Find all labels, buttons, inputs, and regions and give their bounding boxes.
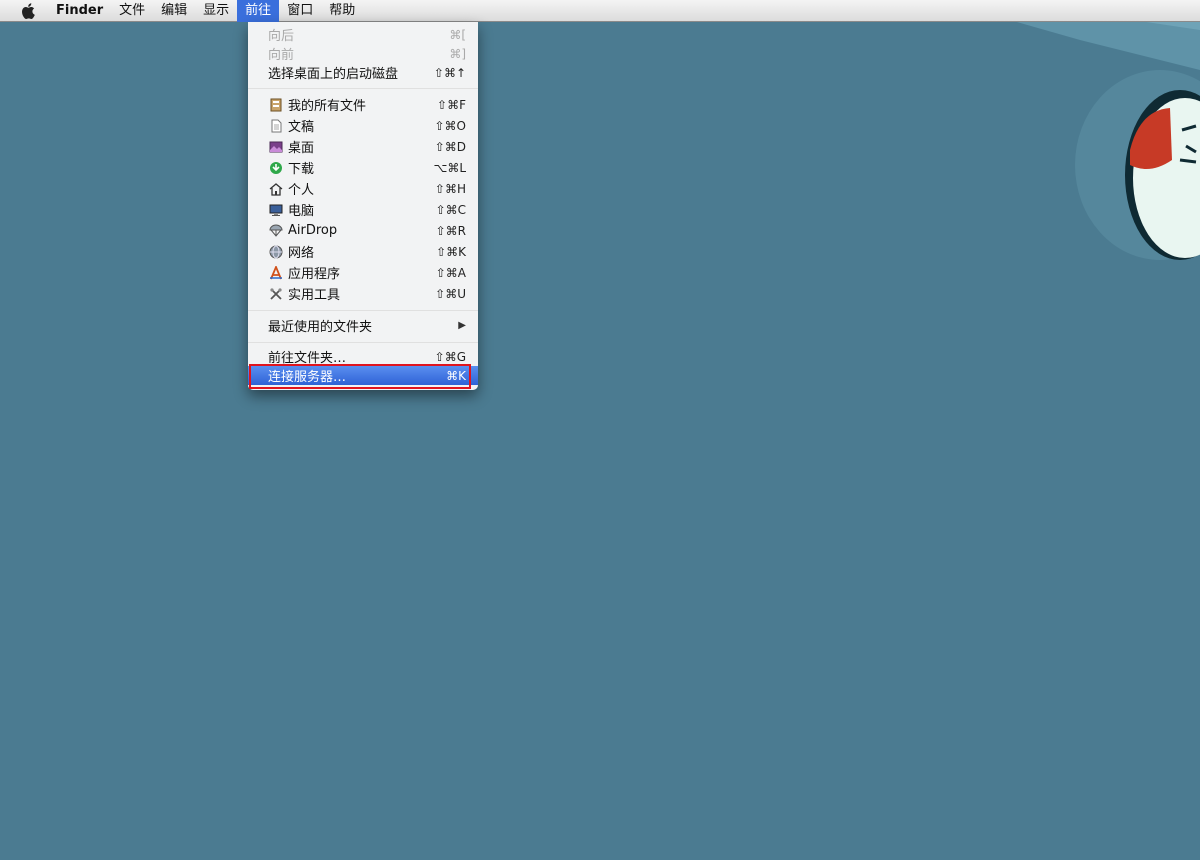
menu-item-label: 选择桌面上的启动磁盘 xyxy=(268,67,399,82)
menu-separator xyxy=(248,310,478,311)
menubar-finder[interactable]: Finder xyxy=(48,0,111,22)
menu-item-label: 文稿 xyxy=(288,120,315,135)
menubar-help[interactable]: 帮助 xyxy=(321,0,363,22)
menu-item-forward[interactable]: 向前 ⌘] xyxy=(248,44,478,64)
menu-item-label: 个人 xyxy=(288,183,315,198)
computer-icon xyxy=(268,202,284,218)
menu-item-label: 实用工具 xyxy=(288,288,341,303)
apple-menu-icon[interactable] xyxy=(8,0,48,22)
applications-icon xyxy=(268,265,284,281)
home-icon xyxy=(268,181,284,197)
airdrop-icon xyxy=(268,223,284,239)
menu-item-shortcut: ⇧⌘A xyxy=(435,265,466,280)
menu-item-shortcut: ⇧⌘H xyxy=(434,181,466,196)
menu-item-shortcut: ⌘] xyxy=(449,46,466,61)
network-icon xyxy=(268,244,284,260)
menu-item-label: 连接服务器… xyxy=(268,370,347,385)
menu-item-network[interactable]: 网络 ⇧⌘K xyxy=(248,242,478,261)
desktop-wallpaper xyxy=(940,0,1200,260)
menu-bar: Finder 文件 编辑 显示 前往 窗口 帮助 xyxy=(0,0,1200,22)
menu-separator xyxy=(248,88,478,89)
all-my-files-icon xyxy=(268,97,284,113)
menu-item-airdrop[interactable]: AirDrop ⇧⌘R xyxy=(248,221,478,240)
menu-item-shortcut: ⇧⌘C xyxy=(435,202,466,217)
menu-item-label: 桌面 xyxy=(288,141,315,156)
menu-item-go-to-folder[interactable]: 前往文件夹… ⇧⌘G xyxy=(248,347,478,367)
menu-item-label: AirDrop xyxy=(288,223,338,238)
menu-item-shortcut: ⌥⌘L xyxy=(433,160,466,175)
menu-item-label: 下载 xyxy=(288,162,315,177)
menu-item-label: 应用程序 xyxy=(288,267,341,282)
menu-item-shortcut: ⇧⌘O xyxy=(434,118,467,133)
documents-icon xyxy=(268,118,284,134)
menu-item-recent-folders[interactable]: 最近使用的文件夹 ▶ xyxy=(248,316,478,335)
menu-item-startup-disk[interactable]: 选择桌面上的启动磁盘 ⇧⌘↑ xyxy=(248,63,478,83)
menu-item-shortcut: ⌘[ xyxy=(449,27,466,42)
menubar-view[interactable]: 显示 xyxy=(195,0,237,22)
menu-item-all-my-files[interactable]: 我的所有文件 ⇧⌘F xyxy=(248,95,478,114)
menu-item-computer[interactable]: 电脑 ⇧⌘C xyxy=(248,200,478,219)
menu-item-home[interactable]: 个人 ⇧⌘H xyxy=(248,179,478,198)
menu-item-utilities[interactable]: 实用工具 ⇧⌘U xyxy=(248,284,478,303)
menubar-go[interactable]: 前往 xyxy=(237,0,280,22)
menu-item-documents[interactable]: 文稿 ⇧⌘O xyxy=(248,116,478,135)
menu-item-label: 向前 xyxy=(268,48,295,63)
menu-separator xyxy=(248,342,478,343)
downloads-icon xyxy=(268,160,284,176)
menubar-file[interactable]: 文件 xyxy=(111,0,153,22)
menu-item-shortcut: ⇧⌘U xyxy=(435,286,466,301)
menu-item-desktop[interactable]: 桌面 ⇧⌘D xyxy=(248,137,478,156)
submenu-arrow-icon: ▶ xyxy=(458,320,466,331)
menu-item-shortcut: ⇧⌘D xyxy=(434,139,466,154)
menu-item-label: 向后 xyxy=(268,29,295,44)
menu-item-applications[interactable]: 应用程序 ⇧⌘A xyxy=(248,263,478,282)
menu-item-label: 前往文件夹… xyxy=(268,351,347,366)
menubar-window[interactable]: 窗口 xyxy=(279,0,321,22)
menu-item-label: 网络 xyxy=(288,246,315,261)
desktop-icon xyxy=(268,139,284,155)
menu-item-shortcut: ⇧⌘G xyxy=(434,349,466,364)
menu-item-shortcut: ⌘K xyxy=(446,368,466,383)
menu-item-connect-to-server[interactable]: 连接服务器… ⌘K xyxy=(248,366,478,385)
menu-item-label: 我的所有文件 xyxy=(288,99,367,114)
menu-item-label: 最近使用的文件夹 xyxy=(268,320,373,335)
menu-item-label: 电脑 xyxy=(288,204,315,219)
menu-item-shortcut: ⇧⌘K xyxy=(436,244,466,259)
menu-item-shortcut: ⇧⌘F xyxy=(437,97,466,112)
menu-item-shortcut: ⇧⌘R xyxy=(435,223,466,238)
go-menu: 向后 ⌘[ 向前 ⌘] 选择桌面上的启动磁盘 ⇧⌘↑ 我的所有文件 ⇧⌘F 文稿… xyxy=(248,22,478,390)
utilities-icon xyxy=(268,286,284,302)
menubar-edit[interactable]: 编辑 xyxy=(153,0,195,22)
menu-item-downloads[interactable]: 下载 ⌥⌘L xyxy=(248,158,478,177)
menu-item-back[interactable]: 向后 ⌘[ xyxy=(248,25,478,45)
menu-item-shortcut: ⇧⌘↑ xyxy=(433,65,466,80)
